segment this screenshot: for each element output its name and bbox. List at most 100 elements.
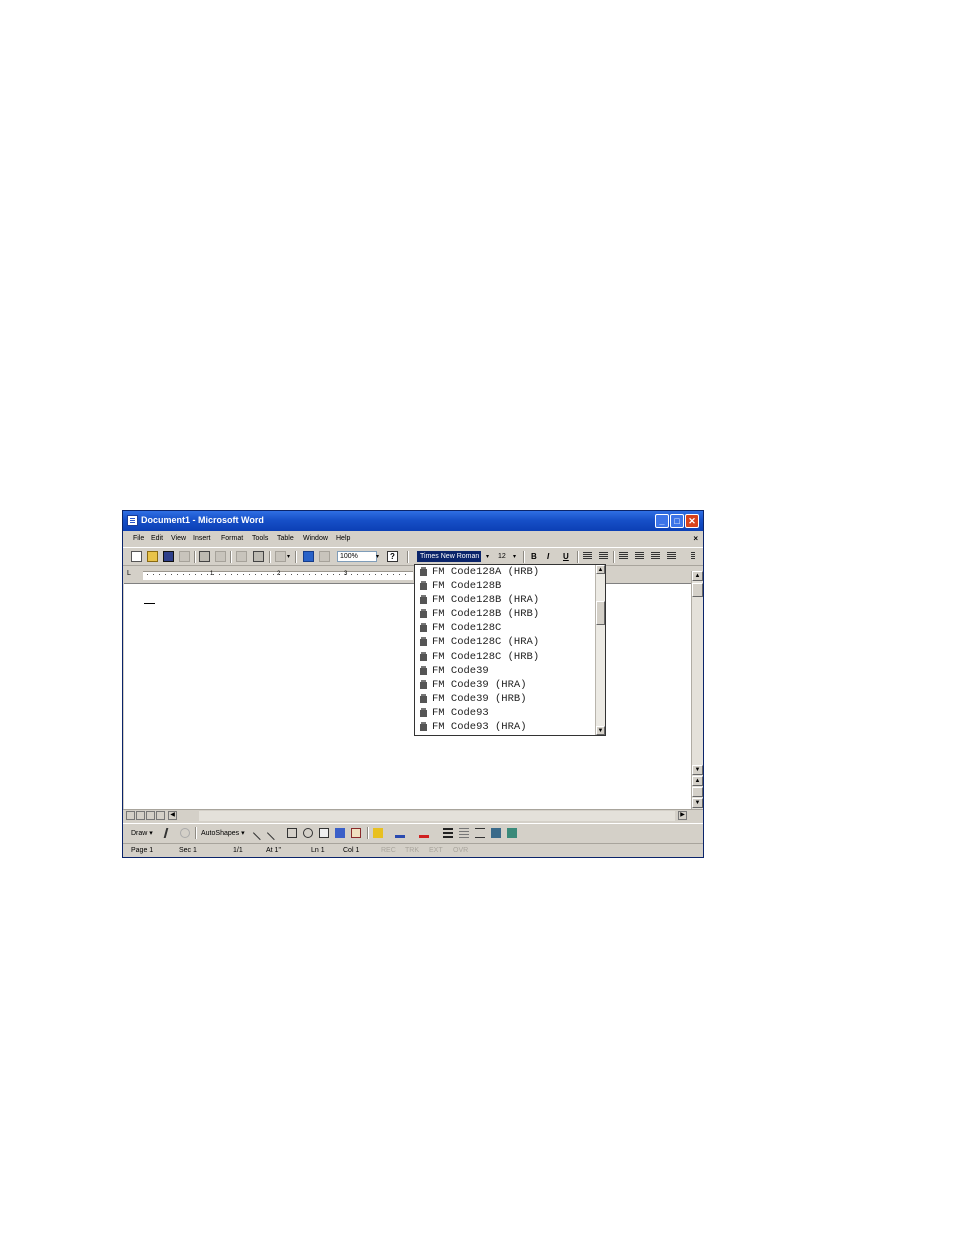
font-list-item[interactable]: FM Code39 (HRA) [415,678,595,692]
web-toolbar-icon[interactable] [303,551,314,562]
font-list-item[interactable]: FM Code128A (HRB) [415,565,595,579]
wordart-icon[interactable] [335,828,345,838]
toolbar-options-icon[interactable] [691,552,695,560]
print-preview-icon[interactable] [215,551,226,562]
menu-edit[interactable]: Edit [151,535,163,542]
numbering-icon[interactable] [619,552,628,560]
font-list-scroll-thumb[interactable] [596,601,605,625]
paste-icon[interactable] [253,551,264,562]
cut-icon[interactable] [236,551,247,562]
font-list-item[interactable]: FM Code128B (HRA) [415,593,595,607]
bullets-icon[interactable] [635,552,644,560]
status-ext[interactable]: EXT [429,847,443,854]
3d-icon[interactable] [507,828,517,838]
tables-borders-icon[interactable] [319,551,330,562]
normal-view-button[interactable] [126,811,135,820]
undo-dropdown-arrow[interactable]: ▾ [287,553,290,560]
web-layout-view-button[interactable] [136,811,145,820]
status-trk[interactable]: TRK [405,847,419,854]
font-name-box[interactable]: Times New Roman [417,551,481,562]
clip-art-icon[interactable] [351,828,361,838]
print-layout-view-button[interactable] [146,811,155,820]
free-rotate-icon[interactable] [180,828,190,838]
font-list-scrollbar[interactable]: ▲ ▼ [595,565,605,735]
underline-button[interactable]: U [563,552,569,561]
scroll-right-button[interactable]: ▶ [678,811,687,820]
open-folder-icon[interactable] [147,551,158,562]
line-icon[interactable] [252,825,268,841]
oval-icon[interactable] [303,828,313,838]
horizontal-scrollbar[interactable] [199,811,675,821]
close-button[interactable]: ✕ [685,514,699,528]
next-page-button[interactable]: ▼ [692,798,703,808]
menu-insert[interactable]: Insert [193,535,211,542]
menu-file[interactable]: File [133,535,144,542]
text-box-icon[interactable] [319,828,329,838]
font-list-item[interactable]: FM Code93 [415,706,595,720]
arrow-style-icon[interactable] [475,828,485,838]
scroll-up-button[interactable]: ▲ [692,571,703,581]
menu-format[interactable]: Format [221,535,243,542]
font-color-icon[interactable] [419,828,429,838]
tab-selector[interactable]: L [127,570,136,579]
save-disk-icon[interactable] [163,551,174,562]
fill-color-icon[interactable] [373,828,383,838]
align-left-icon[interactable] [583,552,592,560]
line-style-icon[interactable] [443,828,453,838]
outline-view-button[interactable] [156,811,165,820]
font-size-dropdown-arrow[interactable]: ▾ [513,553,516,560]
help-icon[interactable]: ? [387,551,398,562]
font-list-item[interactable]: FM Code128C (HRB) [415,650,595,664]
increase-indent-icon[interactable] [667,552,676,560]
scroll-left-button[interactable]: ◀ [168,811,177,820]
maximize-button[interactable]: □ [670,514,684,528]
menu-view[interactable]: View [171,535,186,542]
scroll-thumb[interactable] [692,583,703,597]
font-list-item[interactable]: FM Code128C [415,621,595,635]
new-document-icon[interactable] [131,551,142,562]
font-list-scroll-down[interactable]: ▼ [596,726,605,735]
font-list-scroll-up[interactable]: ▲ [596,565,605,574]
vertical-scrollbar[interactable]: ▲ ▼ ▲ ▼ [691,571,703,809]
menu-tools[interactable]: Tools [252,535,268,542]
shadow-icon[interactable] [491,828,501,838]
arrow-icon[interactable] [266,825,282,841]
menu-table[interactable]: Table [277,535,294,542]
undo-icon[interactable] [275,551,286,562]
font-dropdown-list[interactable]: FM Code128A (HRB) FM Code128B FM Code128… [414,564,606,736]
document-close-button[interactable]: × [693,534,698,543]
align-center-icon[interactable] [599,552,608,560]
previous-page-button[interactable]: ▲ [692,776,703,786]
decrease-indent-icon[interactable] [651,552,660,560]
rectangle-icon[interactable] [287,828,297,838]
minimize-button[interactable]: _ [655,514,669,528]
font-list-item[interactable]: FM Code128B [415,579,595,593]
line-color-icon[interactable] [395,828,405,838]
status-rec[interactable]: REC [381,847,396,854]
italic-button[interactable]: I [547,552,549,561]
font-list-item[interactable]: FM Code39 (HRB) [415,692,595,706]
select-objects-icon[interactable] [163,828,177,838]
draw-menu-button[interactable]: Draw ▾ [131,829,153,837]
title-bar[interactable]: Document1 - Microsoft Word _ □ ✕ [123,511,703,531]
email-icon[interactable] [179,551,190,562]
zoom-box[interactable]: 100% [337,551,377,562]
select-browse-object-button[interactable] [692,787,703,797]
menu-window[interactable]: Window [303,535,328,542]
font-size-box[interactable]: 12 [495,551,513,562]
font-name-dropdown-arrow[interactable]: ▾ [486,553,489,560]
status-ovr[interactable]: OVR [453,847,468,854]
font-list-item[interactable]: FM Code128B (HRB) [415,607,595,621]
autoshapes-menu-button[interactable]: AutoShapes ▾ [201,829,245,837]
view-and-horizontal-scroll-row: ◀ ▶ [123,809,703,822]
font-list-item[interactable]: FM Code93 (HRA) [415,720,595,734]
menu-help[interactable]: Help [336,535,350,542]
font-list-item[interactable]: FM Code39 [415,664,595,678]
bold-button[interactable]: B [531,552,537,561]
dash-style-icon[interactable] [459,828,469,838]
print-icon[interactable] [199,551,210,562]
zoom-dropdown-arrow[interactable]: ▾ [376,553,379,560]
scroll-down-button[interactable]: ▼ [692,765,703,775]
font-list-item[interactable]: FM Code128C (HRA) [415,635,595,649]
horizontal-ruler[interactable]: L 1 2 3 [123,567,703,582]
